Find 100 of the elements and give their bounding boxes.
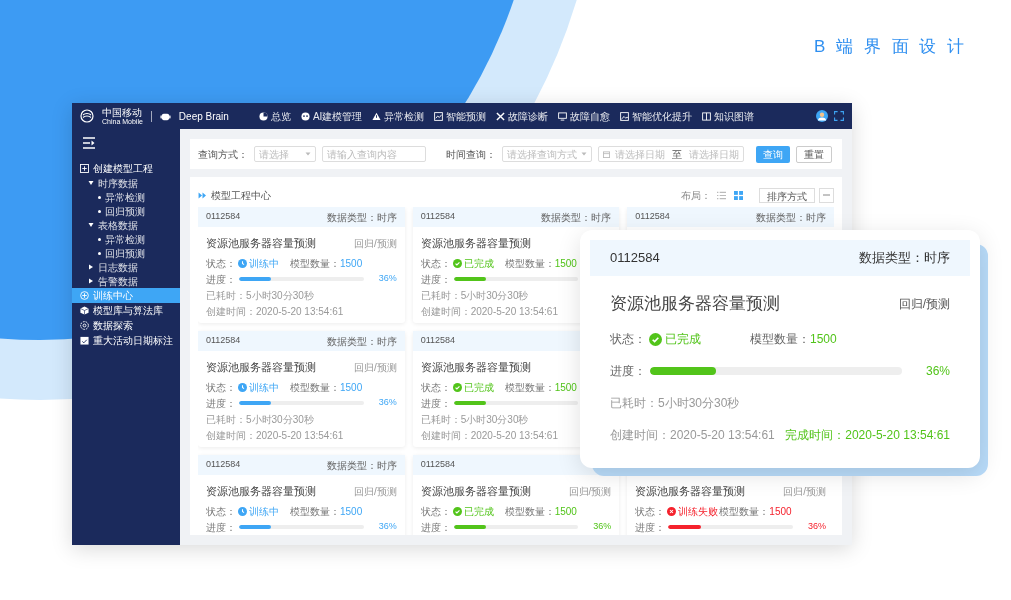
elapsed-time: 已耗时：5小时30分30秒 [206,288,314,303]
card-id: 0112584 [610,249,660,268]
card-title: 资源池服务器容量预测 [610,293,780,316]
card-id: 0112584 [206,458,241,472]
count-value: 1500 [554,504,577,519]
layout-label: 布局： [681,188,711,203]
card-title: 资源池服务器容量预测 [206,235,316,251]
image-icon [620,111,630,121]
brand-name: 中国移动 [102,106,142,118]
progress-percent: 36% [377,396,397,410]
reset-button[interactable]: 重置 [796,145,832,163]
sidebar-item[interactable]: 模型库与算法库 [72,303,180,318]
data-type: 数据类型：时序 [326,334,397,349]
nav-item[interactable]: 故障自愈 [558,108,611,124]
data-type: 数据类型：时序 [756,210,826,225]
created-time: 创建时间：2020-5-20 13:54:61 [420,304,558,319]
caret-icon[interactable] [88,180,94,186]
status-text: 已完成 [463,380,494,395]
bullet-icon [98,237,101,241]
progress-percent: 36% [377,520,397,534]
bullet-icon [98,209,101,213]
sidebar-item[interactable]: 创建模型工程 [72,161,180,176]
sidebar-item[interactable]: 日志数据 [72,260,180,274]
elapsed-time: 已耗时：5小时30分30秒 [420,412,529,427]
created-time: 创建时间：2020-5-20 13:54:61 [206,304,344,319]
caret-icon [581,152,587,156]
avatar-icon[interactable] [816,110,828,122]
nav-item[interactable]: AI建模管理 [300,108,363,124]
status-label: 状态： [420,380,451,395]
task-type: 回归/预测 [353,360,397,375]
sidebar-item[interactable]: 回归预测 [72,246,180,260]
fullscreen-icon[interactable] [834,111,844,121]
page-heading: B 端 界 面 设 计 [814,36,967,58]
progress-percent: 36% [807,520,826,534]
robot-face-icon [300,111,310,121]
created-time: 创建时间：2020-5-20 13:54:61 [610,427,775,444]
task-type: 回归/预测 [783,484,826,499]
nav-item[interactable]: 智能预测 [434,108,487,124]
elapsed-time: 已耗时：5小时30分30秒 [206,412,314,427]
sort-button[interactable]: 排序方式 [759,187,815,203]
progress-label: 进度： [206,396,236,411]
list-title: 模型工程中心 [211,188,271,203]
progress-percent: 36% [377,272,397,286]
sidebar-item[interactable]: 告警数据 [72,274,180,288]
status-label: 状态： [420,256,451,271]
progress-percent: 36% [924,363,950,380]
card-id: 0112584 [635,210,670,224]
grid-view-icon[interactable] [734,190,743,200]
dash-icon [823,194,830,196]
status-text: 已完成 [463,256,494,271]
data-type: 数据类型：时序 [541,210,612,225]
task-type: 回归/预测 [353,484,397,499]
count-label: 模型数量： [290,256,340,271]
sidebar-item[interactable]: 回归预测 [72,204,180,218]
sidebar-item[interactable]: 数据探索 [72,318,180,333]
data-type: 数据类型：时序 [326,210,397,225]
menu-toggle-icon[interactable] [82,137,96,149]
count-value: 1500 [554,256,577,271]
progress-label: 进度： [420,396,451,411]
elapsed-time: 已耗时：5小时30分30秒 [420,288,529,303]
nav-item[interactable]: 总览 [258,108,291,124]
card-id: 0112584 [420,458,456,472]
status-label: 状态： [206,256,236,271]
status-text: 已完成 [463,504,494,519]
status-label: 状态： [635,504,666,519]
nav-item[interactable]: 智能优化提升 [620,108,693,124]
status-text: 训练中 [249,256,279,271]
count-label: 模型数量： [504,380,555,395]
nav-item[interactable]: 异常检测 [372,108,425,124]
sidebar-item[interactable]: 异常检测 [72,190,180,204]
book-icon [702,111,712,121]
progress-percent: 36% [592,520,612,534]
nav-item[interactable]: 故障诊断 [496,108,549,124]
card-id: 0112584 [420,334,456,348]
plus-box-icon [80,164,89,173]
count-value: 1500 [340,504,363,519]
progress-label: 进度： [610,363,646,380]
sidebar-item[interactable]: 时序数据 [72,176,180,190]
card-title: 资源池服务器容量预测 [206,359,316,375]
caret-icon [305,152,311,156]
progress-label: 进度： [206,520,236,535]
nav-item[interactable]: 知识图谱 [702,108,755,124]
count-value: 1500 [769,504,792,519]
sidebar-item[interactable]: 表格数据 [72,218,180,232]
progress-label: 进度： [206,272,236,287]
status-text: 训练失败 [678,504,719,519]
search-field[interactable]: 请输入查询内容 [322,146,426,162]
sidebar-item[interactable]: 重大活动日期标注 [72,333,180,348]
caret-icon[interactable] [88,222,94,228]
card-title: 资源池服务器容量预测 [420,235,531,251]
count-value: 1500 [340,256,363,271]
sidebar-item[interactable]: 异常检测 [72,232,180,246]
count-value: 1500 [554,380,577,395]
task-type: 回归/预测 [568,484,612,499]
data-type: 数据类型：时序 [326,458,397,473]
caret-icon[interactable] [88,278,94,284]
count-label: 模型数量： [290,504,340,519]
logo-icon [80,109,94,123]
card-title: 资源池服务器容量预测 [420,359,531,375]
caret-icon[interactable] [88,264,94,270]
